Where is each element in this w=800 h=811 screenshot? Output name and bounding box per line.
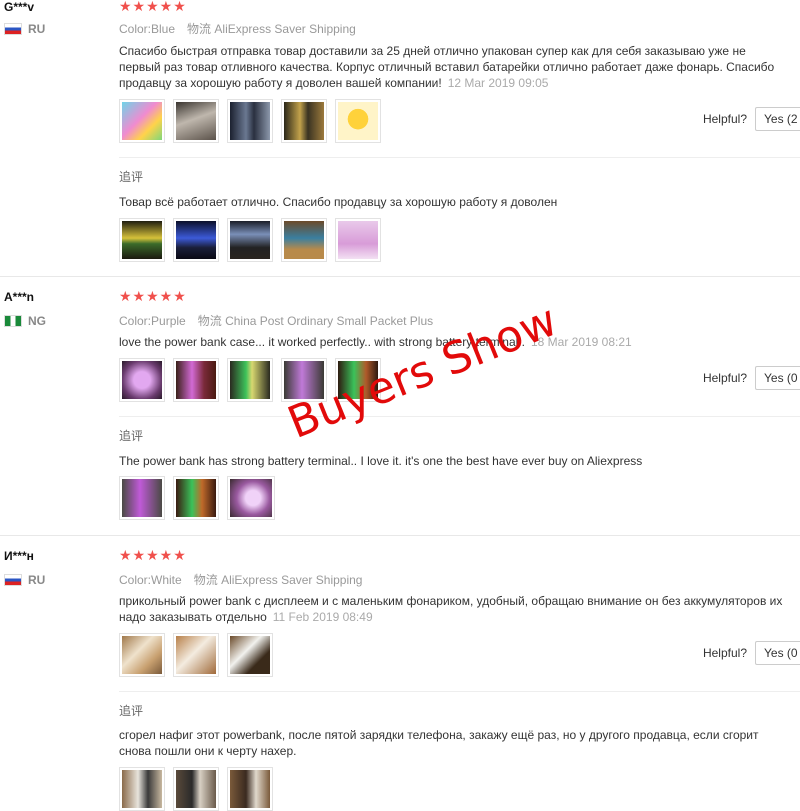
followup-label: 追评 xyxy=(119,429,144,443)
review-photo[interactable] xyxy=(227,633,273,677)
followup-text: Товар всё работает отлично. Спасибо прод… xyxy=(119,195,558,209)
reviewer-name: G***v xyxy=(4,0,35,14)
review-photo[interactable] xyxy=(173,358,219,402)
review-date: 11 Feb 2019 08:49 xyxy=(272,610,373,624)
country-code: RU xyxy=(28,22,46,36)
divider xyxy=(119,157,800,158)
helpful-vote: Helpful? Yes (0 xyxy=(703,641,800,665)
review-photo[interactable] xyxy=(335,218,381,262)
russia-flag-icon xyxy=(4,574,22,586)
review-photo[interactable] xyxy=(281,218,327,262)
helpful-label: Helpful? xyxy=(702,646,747,660)
review-photo[interactable] xyxy=(119,633,165,677)
reviewer-country: NG xyxy=(4,314,46,328)
followup-label: 追评 xyxy=(119,704,144,718)
followup-photos xyxy=(119,218,381,262)
review-photos xyxy=(119,99,381,143)
review-photo[interactable] xyxy=(227,476,275,520)
nigeria-flag-icon xyxy=(4,315,22,327)
country-code: RU xyxy=(28,573,46,587)
review-photo[interactable] xyxy=(281,99,327,143)
helpful-yes-button[interactable]: Yes (2 xyxy=(755,107,800,131)
helpful-vote: Helpful? Yes (2 xyxy=(703,107,800,131)
order-info: Color:White 物流 AliExpress Saver Shipping xyxy=(119,573,363,587)
followup-text: The power bank has strong battery termin… xyxy=(119,454,643,468)
review-photo[interactable] xyxy=(227,358,273,402)
review-separator xyxy=(0,535,800,536)
review-separator xyxy=(0,276,800,277)
helpful-vote: Helpful? Yes (0 xyxy=(703,366,800,390)
review-photo[interactable] xyxy=(119,358,165,402)
russia-flag-icon xyxy=(4,23,22,35)
divider xyxy=(119,691,800,692)
divider xyxy=(119,416,800,417)
helpful-yes-button[interactable]: Yes (0 xyxy=(755,641,800,665)
review-text: Спасибо быстрая отправка товар доставили… xyxy=(119,44,775,90)
helpful-label: Helpful? xyxy=(702,112,747,126)
followup-label: 追评 xyxy=(119,170,144,184)
reviewer-country: RU xyxy=(4,22,45,36)
review-photo[interactable] xyxy=(227,99,273,143)
star-rating: ★★★★★ xyxy=(119,288,187,304)
helpful-label: Helpful? xyxy=(702,371,747,385)
review-photo[interactable] xyxy=(227,218,273,262)
followup-text: сгорел нафиг этот powerbank, после пятой… xyxy=(119,728,759,758)
review-photo[interactable] xyxy=(119,218,165,262)
review-photo[interactable] xyxy=(119,99,165,143)
review-photos xyxy=(119,633,273,677)
reviewer-country: RU xyxy=(4,573,45,587)
review-photo[interactable] xyxy=(119,476,165,520)
review-photo[interactable] xyxy=(173,633,219,677)
reviewer-name: И***н xyxy=(4,549,34,563)
review-photo[interactable] xyxy=(227,767,273,811)
review-text: прикольный power bank с дисплеем и с мал… xyxy=(119,594,783,624)
review-photo[interactable] xyxy=(173,218,219,262)
review-date: 12 Mar 2019 09:05 xyxy=(447,76,549,90)
review-photo[interactable] xyxy=(173,767,219,811)
review-photo[interactable] xyxy=(119,767,165,811)
order-info: Color:Blue 物流 AliExpress Saver Shipping xyxy=(119,22,356,36)
star-rating: ★★★★★ xyxy=(119,0,187,14)
followup-photos xyxy=(119,476,275,520)
star-rating: ★★★★★ xyxy=(119,547,187,563)
review-photo[interactable] xyxy=(173,476,219,520)
helpful-yes-button[interactable]: Yes (0 xyxy=(755,366,800,390)
followup-photos xyxy=(119,767,273,811)
country-code: NG xyxy=(28,314,46,328)
order-info: Color:Purple 物流 China Post Ordinary Small… xyxy=(119,314,434,328)
review-photo[interactable] xyxy=(335,99,381,143)
review-photo[interactable] xyxy=(173,99,219,143)
reviewer-name: A***n xyxy=(4,290,35,304)
